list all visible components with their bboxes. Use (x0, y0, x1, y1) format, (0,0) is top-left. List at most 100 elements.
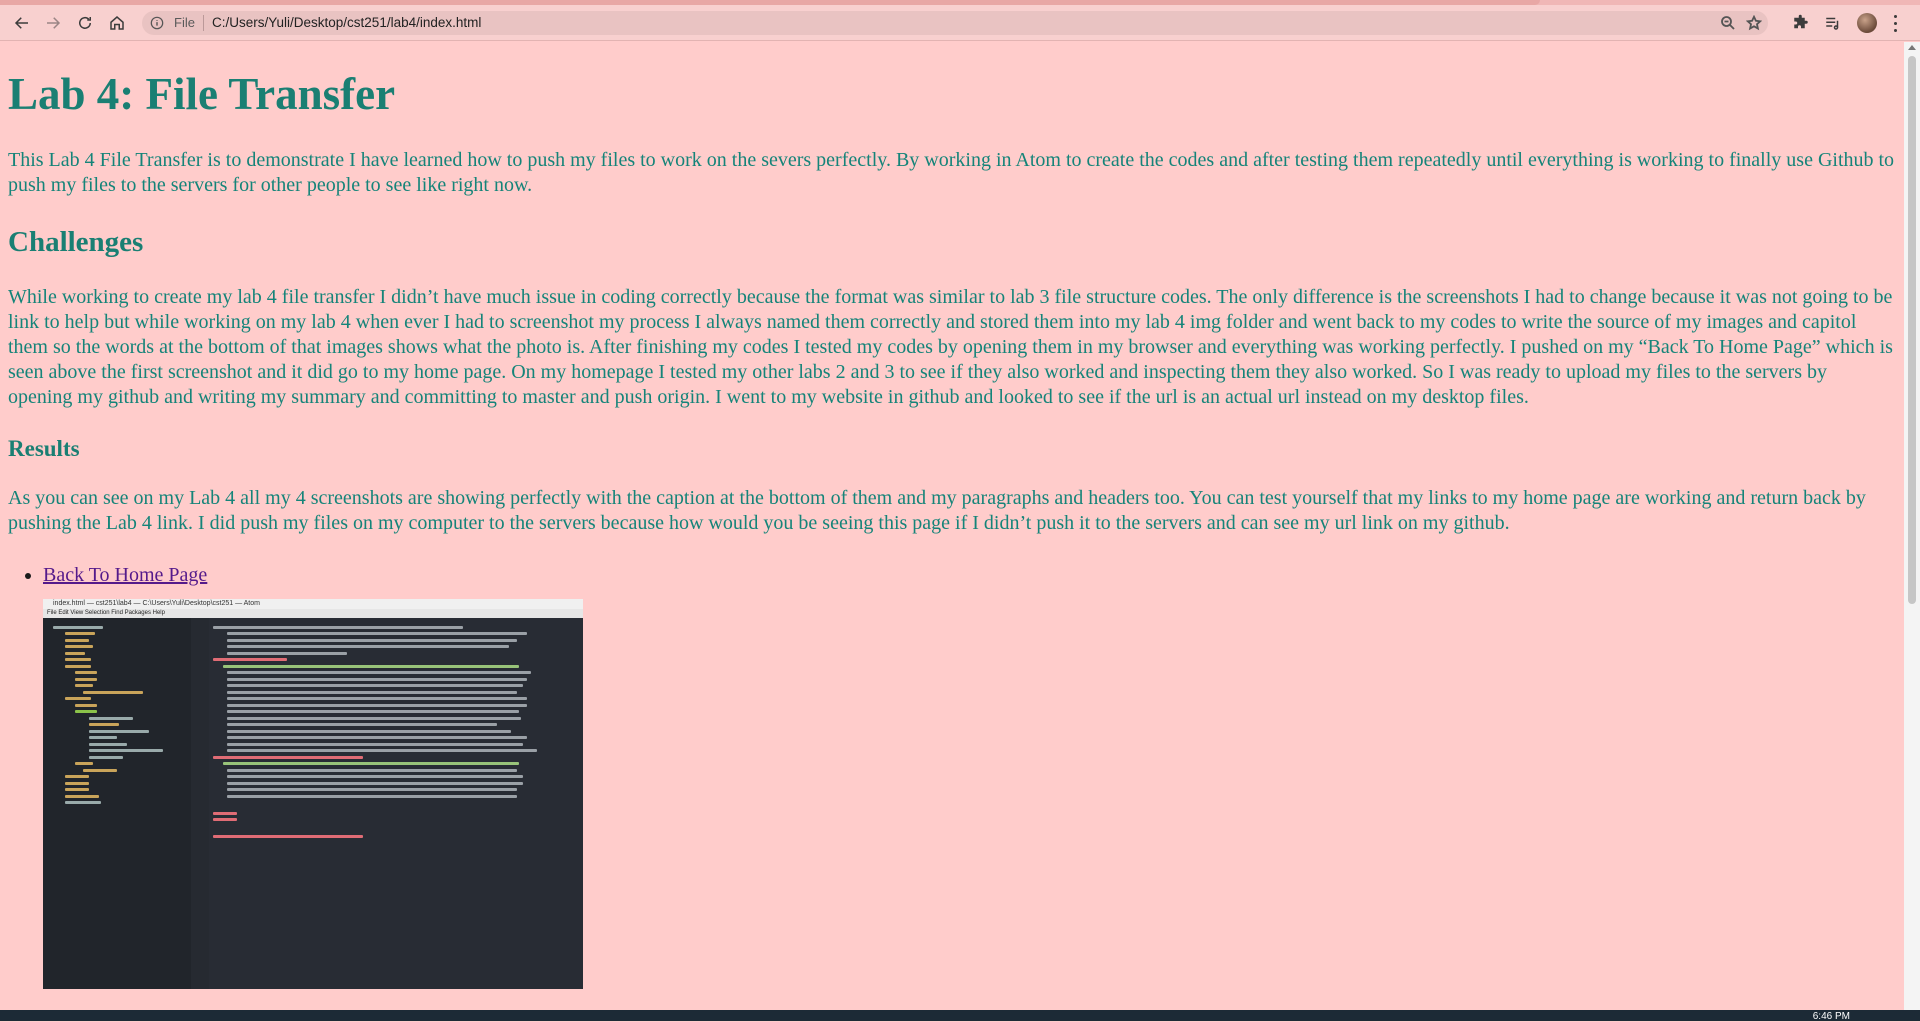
url-scheme: File (174, 15, 195, 30)
info-icon[interactable] (150, 16, 164, 30)
results-paragraph: As you can see on my Lab 4 all my 4 scre… (8, 487, 1866, 535)
reading-list-button[interactable] (1824, 14, 1842, 32)
tree-item (65, 651, 85, 655)
tree-item (89, 716, 133, 720)
extensions-button[interactable] (1792, 14, 1810, 32)
tree-item (65, 664, 91, 668)
tree-item (65, 638, 89, 642)
code-line (227, 775, 523, 779)
tree-item (65, 801, 101, 805)
tree-item (65, 775, 89, 779)
code-line (227, 671, 531, 675)
tree-item (89, 755, 123, 759)
challenges-heading: Challenges (8, 226, 144, 259)
intro-paragraph: This Lab 4 File Transfer is to demonstra… (8, 149, 1895, 197)
tree-item (89, 723, 119, 727)
code-line (227, 749, 537, 753)
puzzle-icon (1794, 14, 1808, 29)
code-line (227, 638, 517, 642)
code-line (213, 625, 463, 629)
screenshot-file-tree (43, 618, 191, 990)
home-page-link[interactable]: Back To Home Page (43, 564, 207, 586)
dot-icon (1893, 29, 1897, 32)
tree-item (65, 781, 89, 785)
tree-item (53, 625, 103, 629)
page-viewport: Lab 4: File Transfer This Lab 4 File Tra… (0, 42, 1904, 1010)
tree-item (65, 632, 95, 636)
code-line (213, 818, 237, 822)
vertical-scrollbar[interactable] (1904, 42, 1920, 1010)
code-line (223, 762, 519, 766)
code-line (227, 729, 511, 733)
tree-item (83, 690, 143, 694)
code-line (227, 794, 517, 798)
divider (203, 15, 204, 31)
code-line (213, 755, 363, 759)
code-line (227, 788, 517, 792)
tree-item (89, 749, 163, 753)
code-line (227, 723, 497, 727)
code-line (227, 684, 523, 688)
code-line (227, 736, 527, 740)
tree-item (65, 788, 89, 792)
back-button[interactable] (9, 10, 35, 36)
tree-item (65, 794, 99, 798)
screenshot-menubar: File Edit View Selection Find Packages H… (43, 609, 583, 619)
zoom-button[interactable] (1720, 15, 1736, 31)
tree-item (75, 703, 97, 707)
code-line (213, 658, 287, 662)
code-line (223, 664, 519, 668)
home-button[interactable] (104, 10, 130, 36)
scroll-up-icon[interactable] (1908, 45, 1916, 50)
arrow-left-icon (14, 17, 28, 29)
code-line (213, 811, 237, 815)
url-text[interactable]: C:/Users/Yuli/Desktop/cst251/lab4/index.… (212, 15, 481, 30)
challenges-paragraph: While working to create my lab 4 file tr… (8, 286, 1893, 409)
list-item: Back To Home Page (43, 564, 1896, 587)
taskbar-clock: 6:46 PM (1812, 1011, 1850, 1022)
tree-item (89, 742, 127, 746)
code-line (227, 651, 347, 655)
reload-icon (79, 16, 91, 29)
reload-button[interactable] (72, 10, 98, 36)
scrollbar-thumb[interactable] (1908, 56, 1916, 604)
page-content: Lab 4: File Transfer This Lab 4 File Tra… (0, 69, 1904, 990)
tree-item (75, 710, 97, 714)
profile-avatar[interactable] (1857, 13, 1877, 33)
code-line (227, 690, 517, 694)
code-line (213, 835, 363, 839)
screenshot-code-editor (191, 618, 583, 990)
tree-item (75, 684, 93, 688)
tree-item (65, 697, 91, 701)
home-icon (110, 16, 124, 30)
tree-item (83, 768, 117, 772)
tree-item (75, 762, 93, 766)
gutter (191, 618, 209, 990)
address-bar[interactable]: File C:/Users/Yuli/Desktop/cst251/lab4/i… (142, 11, 1768, 35)
code-line (227, 716, 521, 720)
atom-screenshot-image: index.html — cst251\lab4 — C:\Users\Yuli… (43, 599, 583, 990)
menu-button[interactable] (1892, 15, 1898, 33)
playlist-icon (1826, 17, 1839, 30)
bookmark-button[interactable] (1745, 14, 1763, 31)
results-heading: Results (8, 436, 80, 462)
code-line (227, 697, 527, 701)
code-line (227, 781, 523, 785)
code-line (227, 632, 527, 636)
code-line (227, 710, 519, 714)
dot-icon (1893, 15, 1897, 18)
dot-icon (1893, 22, 1897, 25)
tree-item (65, 658, 91, 662)
tree-item (89, 729, 149, 733)
page-title: Lab 4: File Transfer (8, 69, 396, 119)
link-list: Back To Home Page (8, 564, 1896, 587)
tree-item (65, 645, 93, 649)
tree-item (75, 671, 97, 675)
star-icon (1745, 14, 1763, 31)
code-line (227, 645, 509, 649)
tree-item (89, 736, 117, 740)
code-line (227, 677, 527, 681)
code-line (227, 742, 523, 746)
forward-button[interactable] (40, 10, 66, 36)
tree-item (75, 677, 97, 681)
